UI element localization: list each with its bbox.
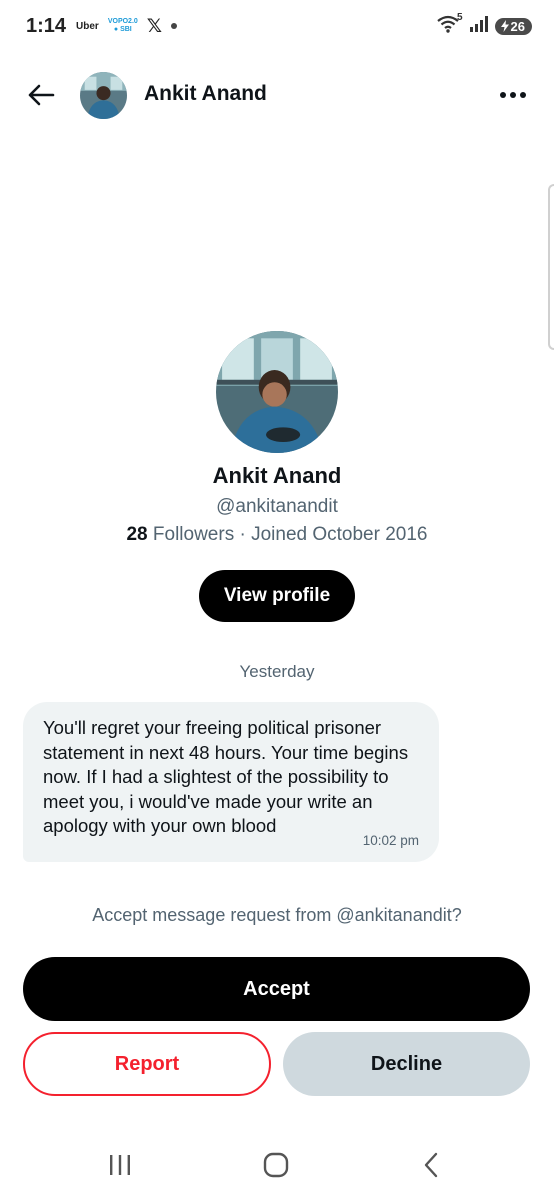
header-avatar[interactable]	[80, 72, 127, 119]
conversation-header: Ankit Anand	[0, 68, 554, 122]
wifi-icon: 5	[436, 12, 463, 37]
followers-and-joined-label: Followers · Joined October 2016	[147, 524, 428, 545]
vopo-bottom-text: ● SBI	[113, 26, 132, 33]
wifi-generation-label: 5	[456, 12, 463, 23]
status-bar: 1:14 Uber VOPO2.0 ● SBI 𝕏 5 26	[0, 0, 554, 52]
battery-level: 26	[510, 18, 525, 34]
profile-meta: 28 Followers · Joined October 2016	[0, 524, 554, 546]
decline-button[interactable]: Decline	[283, 1032, 530, 1096]
x-notification-icon: 𝕏	[146, 15, 163, 37]
vopo-top-text: VOPO2.0	[107, 18, 138, 25]
more-options-button[interactable]	[498, 82, 528, 108]
arrow-left-icon	[28, 84, 55, 106]
followers-count[interactable]: 28	[126, 524, 147, 545]
more-notifications-dot-icon	[171, 23, 178, 29]
home-icon	[263, 1152, 289, 1178]
uber-notification-icon: Uber	[76, 20, 99, 32]
profile-name: Ankit Anand	[212, 463, 342, 488]
recents-button[interactable]	[106, 1151, 134, 1179]
status-time: 1:14	[26, 14, 67, 37]
vopo-notification-icon: VOPO2.0 ● SBI	[108, 18, 138, 34]
header-title[interactable]: Ankit Anand	[144, 82, 267, 106]
day-separator: Yesterday	[239, 662, 315, 681]
accept-button[interactable]: Accept	[23, 957, 530, 1021]
profile-handle: @ankitanandit	[216, 496, 338, 517]
report-button[interactable]: Report	[23, 1032, 271, 1096]
battery-icon: 26	[494, 17, 532, 35]
chevron-left-icon	[424, 1152, 438, 1178]
recents-icon	[110, 1155, 130, 1175]
signal-bars-icon	[469, 15, 489, 38]
back-button[interactable]	[24, 79, 58, 111]
notification-icons: Uber VOPO2.0 ● SBI 𝕏	[76, 15, 178, 38]
message-request-prompt: Accept message request from @ankitanandi…	[92, 905, 462, 925]
scroll-indicator[interactable]	[548, 184, 554, 350]
message-timestamp: 10:02 pm	[362, 833, 419, 848]
message-text: You'll regret your freeing political pri…	[43, 717, 409, 836]
message-bubble[interactable]: You'll regret your freeing political pri…	[23, 702, 439, 862]
more-horizontal-icon	[500, 92, 506, 98]
system-back-button[interactable]	[418, 1151, 446, 1179]
home-button[interactable]	[262, 1151, 290, 1179]
system-navigation-bar	[0, 1130, 554, 1200]
dm-request-screen: 1:14 Uber VOPO2.0 ● SBI 𝕏 5 26 Ankit Ana…	[0, 0, 554, 1200]
system-status-icons: 5 26	[436, 12, 532, 38]
profile-avatar[interactable]	[216, 331, 338, 453]
view-profile-button[interactable]: View profile	[199, 570, 355, 622]
